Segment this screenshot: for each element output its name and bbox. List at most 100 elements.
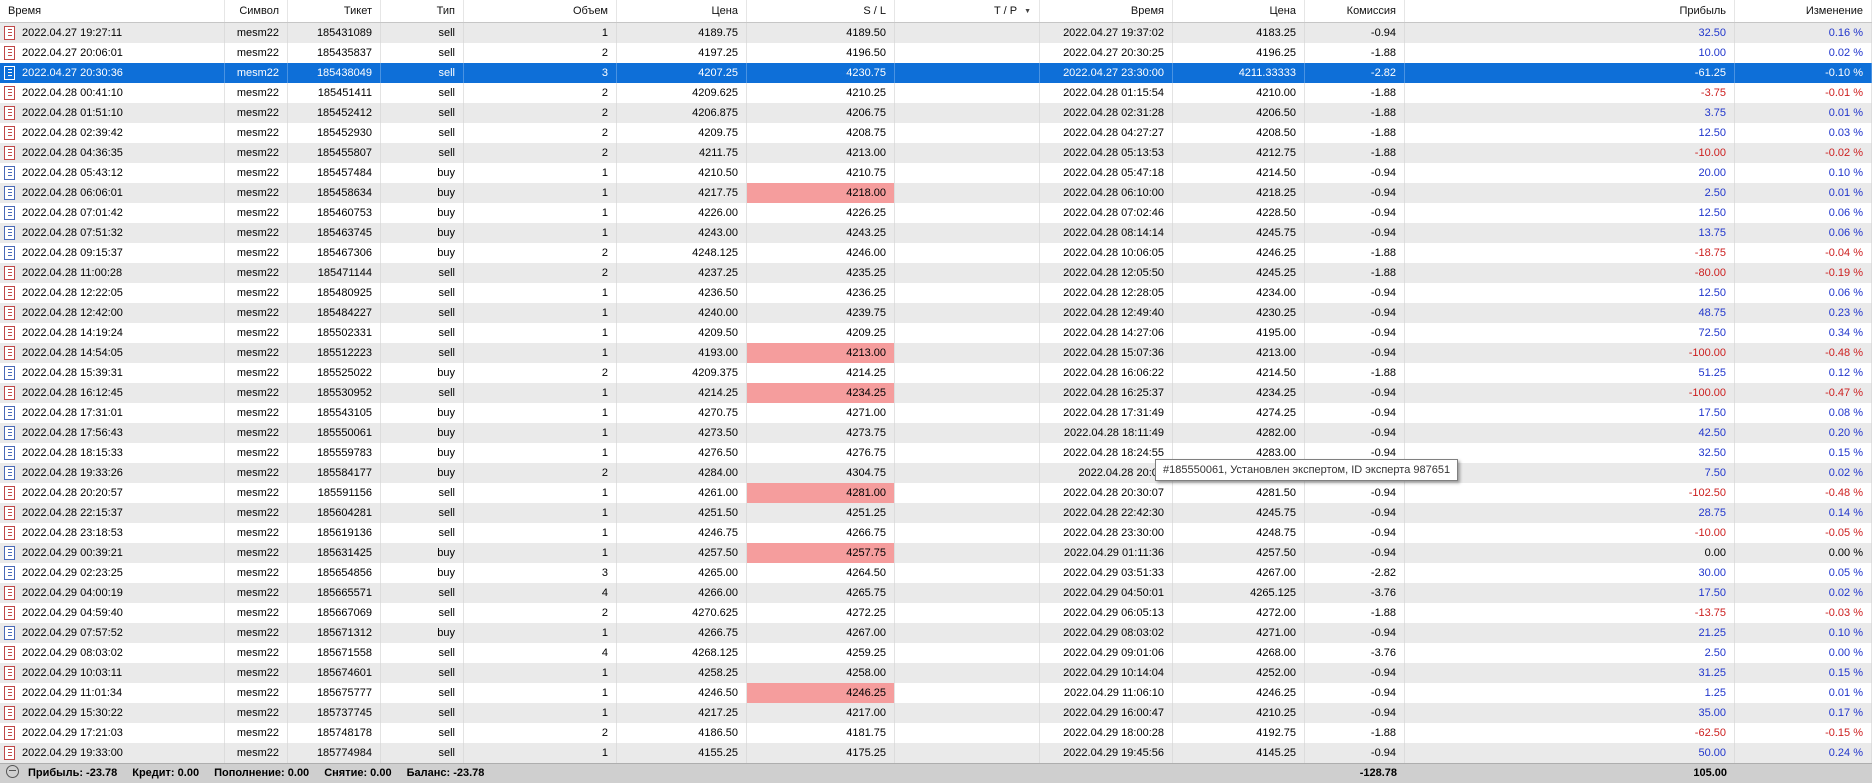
- history-row[interactable]: 2022.04.28 07:51:32 mesm22 185463745 buy 1 42…: [0, 223, 1872, 243]
- column-header-change[interactable]: Изменение: [1735, 0, 1872, 22]
- history-row[interactable]: 2022.04.28 20:20:57 mesm22 185591156 sell 1 4…: [0, 483, 1872, 503]
- cell-volume: 1: [464, 403, 617, 423]
- cell-time-open: 2022.04.28 09:15:37: [0, 243, 225, 263]
- history-row[interactable]: 2022.04.29 04:00:19 mesm22 185665571 sell 4 4…: [0, 583, 1872, 603]
- history-row[interactable]: 2022.04.27 20:06:01 mesm22 185435837 sell 2 4…: [0, 43, 1872, 63]
- history-row[interactable]: 2022.04.27 19:27:11 mesm22 185431089 sell 1 4…: [0, 23, 1872, 43]
- sort-indicator-icon[interactable]: ▼: [1024, 8, 1031, 15]
- history-row[interactable]: 2022.04.29 11:01:34 mesm22 185675777 sell 1 4…: [0, 683, 1872, 703]
- history-row[interactable]: 2022.04.28 15:39:31 mesm22 185525022 buy 2 42…: [0, 363, 1872, 383]
- history-row[interactable]: 2022.04.27 20:30:36 mesm22 185438049 sell 3 4…: [0, 63, 1872, 83]
- column-header-profit[interactable]: Прибыль: [1405, 0, 1735, 22]
- sell-order-icon: [4, 26, 15, 40]
- cell-price-open: 4226.00: [617, 203, 747, 223]
- cell-ticket: 185667069: [288, 603, 381, 623]
- cell-change: 0.23 %: [1735, 303, 1872, 323]
- history-row[interactable]: 2022.04.29 02:23:25 mesm22 185654856 buy 3 42…: [0, 563, 1872, 583]
- history-row[interactable]: 2022.04.28 02:39:42 mesm22 185452930 sell 2 4…: [0, 123, 1872, 143]
- history-row[interactable]: 2022.04.28 18:15:33 mesm22 185559783 buy 1 42…: [0, 443, 1872, 463]
- history-row[interactable]: 2022.04.28 17:31:01 mesm22 185543105 buy 1 42…: [0, 403, 1872, 423]
- column-header-symbol[interactable]: Символ: [225, 0, 288, 22]
- history-row[interactable]: 2022.04.28 22:15:37 mesm22 185604281 sell 1 4…: [0, 503, 1872, 523]
- cell-symbol: mesm22: [225, 643, 288, 663]
- history-row[interactable]: 2022.04.28 07:01:42 mesm22 185460753 buy 1 42…: [0, 203, 1872, 223]
- column-header-volume[interactable]: Объем: [464, 0, 617, 22]
- column-header-time-close[interactable]: Время: [1040, 0, 1173, 22]
- cell-symbol: mesm22: [225, 123, 288, 143]
- cell-time-open: 2022.04.28 15:39:31: [0, 363, 225, 383]
- cell-time-open: 2022.04.28 22:15:37: [0, 503, 225, 523]
- cell-ticket: 185484227: [288, 303, 381, 323]
- cell-take-profit: [895, 183, 1040, 203]
- history-row[interactable]: 2022.04.29 19:33:00 mesm22 185774984 sell 1 4…: [0, 743, 1872, 763]
- column-header-stop-loss[interactable]: S / L: [747, 0, 895, 22]
- sell-order-icon: [4, 286, 15, 300]
- history-row[interactable]: 2022.04.28 12:22:05 mesm22 185480925 sell 1 4…: [0, 283, 1872, 303]
- history-row[interactable]: 2022.04.29 04:59:40 mesm22 185667069 sell 2 4…: [0, 603, 1872, 623]
- column-header-take-profit[interactable]: T / P ▼: [895, 0, 1040, 22]
- cell-time-open: 2022.04.29 08:03:02: [0, 643, 225, 663]
- cell-symbol: mesm22: [225, 183, 288, 203]
- history-row[interactable]: 2022.04.28 01:51:10 mesm22 185452412 sell 2 4…: [0, 103, 1872, 123]
- cell-price-open: 4270.625: [617, 603, 747, 623]
- cell-price-open: 4273.50: [617, 423, 747, 443]
- cell-time-open: 2022.04.27 20:30:36: [0, 63, 225, 83]
- cell-price-open: 4209.375: [617, 363, 747, 383]
- column-header-commission[interactable]: Комиссия: [1305, 0, 1405, 22]
- cell-ticket: 185435837: [288, 43, 381, 63]
- history-row[interactable]: 2022.04.28 00:41:10 mesm22 185451411 sell 2 4…: [0, 83, 1872, 103]
- sell-order-icon: [4, 646, 15, 660]
- history-row[interactable]: 2022.04.28 23:18:53 mesm22 185619136 sell 1 4…: [0, 523, 1872, 543]
- sell-order-icon: [4, 326, 15, 340]
- cell-time-open: 2022.04.29 17:21:03: [0, 723, 225, 743]
- history-row[interactable]: 2022.04.28 05:43:12 mesm22 185457484 buy 1 42…: [0, 163, 1872, 183]
- history-row[interactable]: 2022.04.29 17:21:03 mesm22 185748178 sell 2 4…: [0, 723, 1872, 743]
- cell-commission: -0.94: [1305, 283, 1405, 303]
- cell-volume: 2: [464, 123, 617, 143]
- cell-take-profit: [895, 143, 1040, 163]
- cell-time-open: 2022.04.28 19:33:26: [0, 463, 225, 483]
- cell-price-open: 4243.00: [617, 223, 747, 243]
- cell-time-close: 2022.04.28 23:30:00: [1040, 523, 1173, 543]
- column-header-price-open[interactable]: Цена: [617, 0, 747, 22]
- history-row[interactable]: 2022.04.28 11:00:28 mesm22 185471144 sell 2 4…: [0, 263, 1872, 283]
- history-row[interactable]: 2022.04.29 10:03:11 mesm22 185674601 sell 1 4…: [0, 663, 1872, 683]
- cell-price-open: 4209.625: [617, 83, 747, 103]
- cell-symbol: mesm22: [225, 403, 288, 423]
- history-row[interactable]: 2022.04.29 15:30:22 mesm22 185737745 sell 1 4…: [0, 703, 1872, 723]
- column-header-type[interactable]: Тип: [381, 0, 464, 22]
- sell-order-icon: [4, 126, 15, 140]
- cell-profit: 20.00: [1405, 163, 1735, 183]
- history-row[interactable]: 2022.04.29 07:57:52 mesm22 185671312 buy 1 42…: [0, 623, 1872, 643]
- summary-item: Снятие: 0.00: [324, 767, 392, 779]
- history-row[interactable]: 2022.04.28 04:36:35 mesm22 185455807 sell 2 4…: [0, 143, 1872, 163]
- history-row[interactable]: 2022.04.29 08:03:02 mesm22 185671558 sell 4 4…: [0, 643, 1872, 663]
- history-row[interactable]: 2022.04.28 17:56:43 mesm22 185550061 buy 1 42…: [0, 423, 1872, 443]
- history-row[interactable]: 2022.04.28 14:19:24 mesm22 185502331 sell 1 4…: [0, 323, 1872, 343]
- cell-profit: 2.50: [1405, 643, 1735, 663]
- history-row[interactable]: 2022.04.28 19:33:26 mesm22 185584177 buy 2 42…: [0, 463, 1872, 483]
- cell-profit: 32.50: [1405, 23, 1735, 43]
- column-header-ticket[interactable]: Тикет: [288, 0, 381, 22]
- cell-volume: 1: [464, 423, 617, 443]
- column-header-time-open[interactable]: Время: [0, 0, 225, 22]
- cell-price-close: 4234.25: [1173, 383, 1305, 403]
- cell-price-close: 4245.25: [1173, 263, 1305, 283]
- history-row[interactable]: 2022.04.28 12:42:00 mesm22 185484227 sell 1 4…: [0, 303, 1872, 323]
- history-row[interactable]: 2022.04.29 00:39:21 mesm22 185631425 buy 1 42…: [0, 543, 1872, 563]
- history-row[interactable]: 2022.04.28 09:15:37 mesm22 185467306 buy 2 42…: [0, 243, 1872, 263]
- cell-symbol: mesm22: [225, 203, 288, 223]
- cell-symbol: mesm22: [225, 503, 288, 523]
- cell-change: -0.01 %: [1735, 83, 1872, 103]
- cell-time-close: 2022.04.28 05:13:53: [1040, 143, 1173, 163]
- history-row[interactable]: 2022.04.28 16:12:45 mesm22 185530952 sell 1 4…: [0, 383, 1872, 403]
- cell-type: sell: [381, 103, 464, 123]
- cell-time-open: 2022.04.28 17:56:43: [0, 423, 225, 443]
- cell-type: sell: [381, 83, 464, 103]
- cell-volume: 1: [464, 23, 617, 43]
- column-header-price-close[interactable]: Цена: [1173, 0, 1305, 22]
- history-row[interactable]: 2022.04.28 06:06:01 mesm22 185458634 buy 1 42…: [0, 183, 1872, 203]
- cell-commission: -0.94: [1305, 423, 1405, 443]
- history-row[interactable]: 2022.04.28 14:54:05 mesm22 185512223 sell 1 4…: [0, 343, 1872, 363]
- cell-ticket: 185675777: [288, 683, 381, 703]
